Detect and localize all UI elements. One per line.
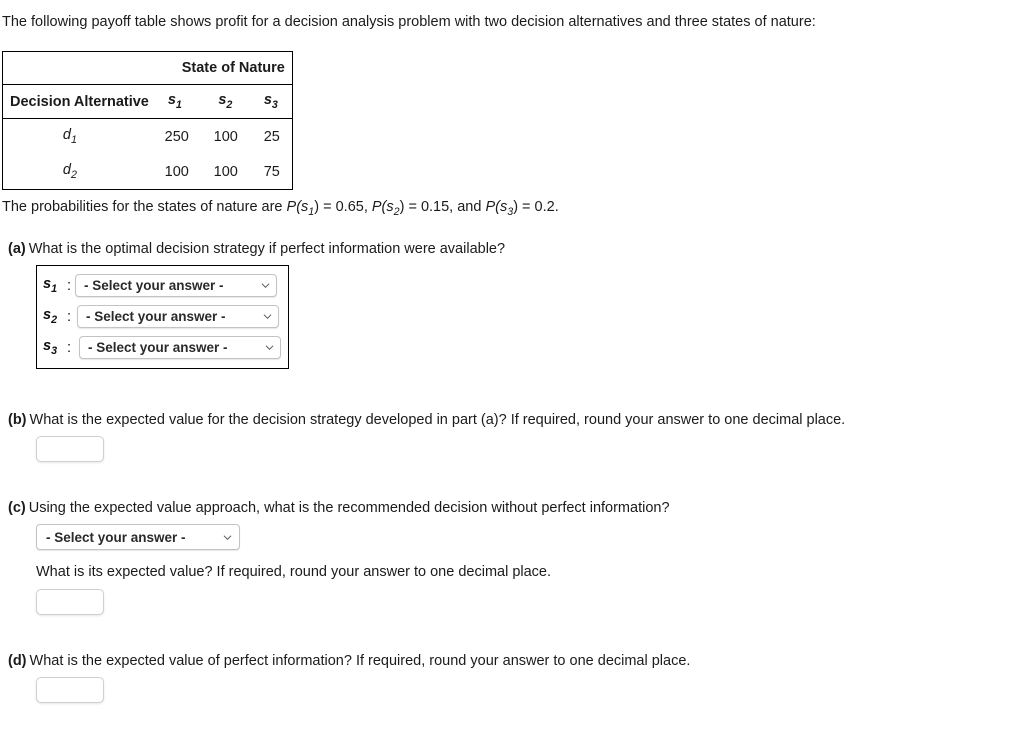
question-c-subtext: What is its expected value? If required,…: [36, 564, 552, 580]
probability-2-value: ) = 0.15, and: [399, 199, 486, 215]
row-label-d2-sub: 2: [70, 168, 77, 181]
question-c-label: (c): [8, 500, 26, 516]
state-of-nature-header: State of Nature: [181, 60, 285, 76]
question-b: (b) What is the expected value for the de…: [8, 412, 845, 428]
part-a-label-s2-sub: 2: [51, 313, 58, 326]
cell-d1-s1: 250: [164, 128, 189, 145]
cell-d1-s2: 100: [213, 128, 238, 145]
cell-d1-s3: 25: [263, 128, 280, 145]
cell-d2-s2: 100: [213, 163, 238, 180]
decision-alternative-header: Decision Alternative: [10, 93, 149, 110]
intro-paragraph: The following payoff table shows profit …: [2, 14, 816, 30]
question-d-text: What is the expected value of perfect in…: [29, 653, 691, 669]
answer-input-d[interactable]: [36, 677, 104, 703]
column-header-s1-base: s: [167, 92, 176, 109]
chevron-down-icon: [223, 534, 232, 540]
table-row-state-of-nature: State of Nature: [3, 52, 293, 85]
chevron-down-icon: [263, 314, 272, 320]
column-header-s2-sub: 2: [226, 98, 233, 111]
select-s1[interactable]: - Select your answer -: [75, 274, 277, 297]
question-b-text: What is the expected value for the decis…: [29, 412, 846, 428]
cell-d2-s1: 100: [164, 163, 189, 180]
part-a-label-s2: s2: [43, 307, 63, 326]
select-s2-value: - Select your answer -: [86, 309, 226, 324]
answer-input-b[interactable]: [36, 436, 104, 462]
table-cell-empty: [3, 52, 149, 85]
question-d: (d) What is the expected value of perfect…: [8, 653, 690, 669]
row-label-d2: d2: [3, 154, 149, 190]
select-s1-value: - Select your answer -: [84, 278, 224, 293]
probability-1-value: ) = 0.65,: [314, 199, 372, 215]
chevron-down-icon: [265, 345, 274, 351]
part-a-row-s2: s2 : - Select your answer -: [43, 301, 282, 332]
question-c-text: Using the expected value approach, what …: [28, 500, 670, 516]
column-header-s1-sub: 1: [175, 98, 182, 111]
select-s3-value: - Select your answer -: [88, 340, 228, 355]
part-a-row-s1: s1 : - Select your answer -: [43, 270, 282, 301]
part-a-label-s1-base: s: [43, 276, 52, 293]
select-s2[interactable]: - Select your answer -: [77, 305, 279, 328]
probability-3-label: P(s: [485, 199, 508, 215]
table-row-header: Decision Alternative s1 s2 s3: [3, 85, 293, 119]
probabilities-prefix: The probabilities for the states of natu…: [2, 199, 287, 215]
probability-1-label: P(s: [286, 199, 309, 215]
part-a-colon-s1: :: [66, 277, 72, 294]
question-c: (c) Using the expected value approach, wh…: [8, 500, 670, 516]
part-a-label-s3: s3: [43, 338, 63, 357]
column-header-s3: s3: [250, 85, 293, 119]
column-header-s2: s2: [201, 85, 250, 119]
part-a-row-s3: s3 : - Select your answer -: [43, 332, 282, 363]
answer-input-c[interactable]: [36, 589, 104, 615]
probability-3-value: ) = 0.2.: [513, 199, 559, 215]
cell-d2-s3: 75: [263, 163, 280, 180]
question-a: (a) What is the optimal decision strategy…: [8, 241, 505, 257]
question-b-label: (b): [8, 412, 27, 428]
select-s3[interactable]: - Select your answer -: [79, 336, 281, 359]
chevron-down-icon: [261, 283, 270, 289]
part-a-colon-s3: :: [66, 339, 72, 356]
probability-2-label: P(s: [371, 199, 394, 215]
select-recommended-decision[interactable]: - Select your answer -: [36, 524, 240, 550]
row-label-d1-base: d: [62, 127, 71, 144]
question-d-label: (d): [8, 653, 27, 669]
part-a-label-s2-base: s: [43, 307, 52, 324]
part-a-label-s1: s1: [43, 276, 63, 295]
column-header-s3-sub: 3: [271, 98, 278, 111]
row-label-d1: d1: [3, 119, 149, 154]
part-a-label-s3-base: s: [43, 338, 52, 355]
column-header-s1: s1: [149, 85, 201, 119]
payoff-table: State of Nature Decision Alternative s1 …: [2, 51, 293, 190]
part-a-label-s3-sub: 3: [51, 344, 58, 357]
part-a-answer-group: s1 : - Select your answer - s2 : - Selec…: [36, 265, 289, 369]
row-label-d2-base: d: [62, 162, 71, 179]
part-a-label-s1-sub: 1: [51, 282, 58, 295]
table-row: d2 100 100 75: [3, 154, 293, 190]
row-label-d1-sub: 1: [70, 133, 77, 146]
column-header-s3-base: s: [263, 92, 272, 109]
part-a-colon-s2: :: [66, 308, 72, 325]
probabilities-paragraph: The probabilities for the states of natu…: [2, 199, 559, 218]
question-a-label: (a): [8, 241, 26, 257]
question-a-text: What is the optimal decision strategy if…: [28, 241, 506, 257]
table-row: d1 250 100 25: [3, 119, 293, 154]
select-recommended-decision-value: - Select your answer -: [46, 529, 186, 545]
